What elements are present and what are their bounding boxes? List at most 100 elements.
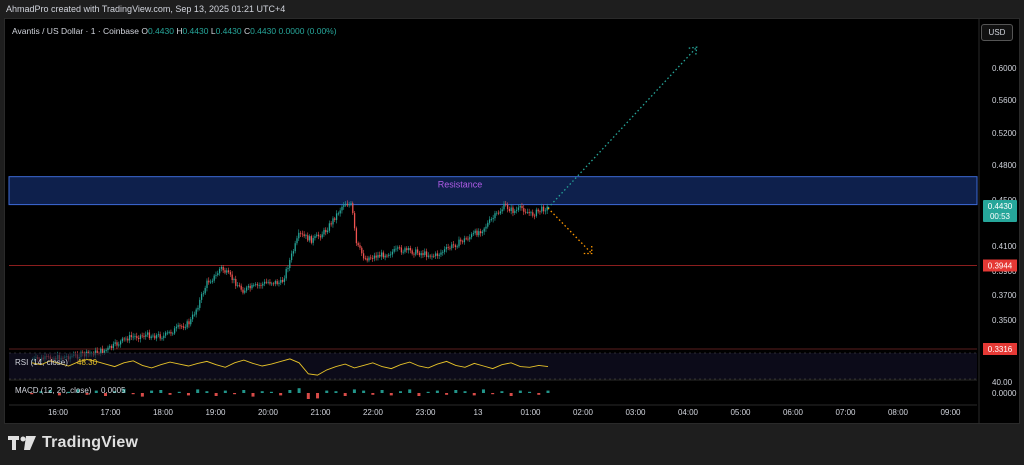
price-candle <box>479 231 482 234</box>
macd-value: 0.0005 <box>101 386 126 395</box>
price-candle <box>361 247 363 254</box>
price-candle <box>499 211 502 214</box>
chart-frame[interactable]: Resistance RSI (14, close) 48.30 MACD (12… <box>4 18 1020 424</box>
price-candle <box>364 258 367 260</box>
price-candle <box>240 285 242 290</box>
price-candle <box>204 287 206 294</box>
price-candle <box>359 245 361 248</box>
price-candle <box>143 335 145 337</box>
price-candle <box>152 335 154 337</box>
price-candle <box>332 218 334 225</box>
price-candle <box>355 228 358 244</box>
price-candle <box>195 309 197 315</box>
price-candle <box>303 234 305 237</box>
price-candle <box>299 232 302 234</box>
macd-bar <box>242 390 246 393</box>
macd-bar <box>260 391 264 393</box>
macd-label: MACD (12, 26, close) <box>15 386 92 395</box>
price-candle <box>136 336 138 339</box>
price-candle <box>375 255 377 258</box>
macd-bar <box>205 391 209 393</box>
macd-bar <box>371 393 375 395</box>
price-candle <box>269 281 271 284</box>
price-candle <box>298 232 300 239</box>
symbol-label[interactable]: Avantis / US Dollar · 1 · Coinbase <box>12 26 139 36</box>
chart-canvas[interactable]: Resistance RSI (14, close) 48.30 MACD (12… <box>5 19 1019 423</box>
macd-bar <box>316 393 320 399</box>
macd-bar <box>389 393 393 396</box>
price-candle <box>470 234 473 238</box>
open-key: O <box>141 26 148 36</box>
price-candle <box>208 280 210 283</box>
price-candle <box>308 236 311 241</box>
price-candle <box>137 338 140 340</box>
price-candle <box>168 332 170 333</box>
price-candle <box>107 347 109 351</box>
price-candle <box>488 219 491 223</box>
price-candle <box>139 335 142 340</box>
price-candle <box>440 252 442 255</box>
price-candle <box>217 273 219 275</box>
price-candle <box>294 243 296 252</box>
price-candle <box>339 210 341 214</box>
price-candle <box>370 257 372 259</box>
price-candle <box>474 230 476 234</box>
macd-bar <box>269 391 273 393</box>
currency-button[interactable]: USD <box>981 24 1013 41</box>
tradingview-brand[interactable]: TradingView <box>8 434 138 452</box>
price-candle <box>325 229 327 233</box>
projection-down-line <box>547 207 593 254</box>
price-candle <box>501 209 503 212</box>
price-candle <box>263 281 266 284</box>
macd-bar <box>352 389 356 393</box>
price-candle <box>425 251 428 257</box>
y-tick-label: 0.4100 <box>992 242 1017 251</box>
y-tick-label: 0.5200 <box>992 129 1017 138</box>
price-candle <box>528 212 530 214</box>
price-candle <box>524 211 527 213</box>
macd-bar <box>177 391 181 393</box>
price-candle <box>251 285 253 289</box>
price-candle <box>472 233 475 235</box>
price-candle <box>454 245 457 248</box>
price-candle <box>343 205 345 207</box>
price-candle <box>409 248 412 251</box>
price-candle <box>431 255 433 257</box>
open-value: 0.4430 <box>147 26 174 36</box>
change-value: 0.0000 (0.00%) <box>278 26 337 36</box>
x-tick-label: 21:00 <box>310 408 331 417</box>
price-candle <box>290 253 293 261</box>
price-candle <box>226 270 228 273</box>
x-tick-label: 07:00 <box>835 408 856 417</box>
price-candle <box>544 210 547 212</box>
price-candle <box>379 255 381 257</box>
price-candle <box>197 307 199 310</box>
price-candle <box>380 252 383 257</box>
macd-tick-label: 0.0000 <box>992 389 1017 398</box>
price-candle <box>433 255 435 257</box>
price-candle <box>235 278 237 286</box>
macd-bar <box>472 393 476 396</box>
price-candle <box>487 222 489 227</box>
price-candle <box>483 228 485 232</box>
price-candle <box>150 336 152 339</box>
price-candle <box>314 236 316 239</box>
price-candle <box>182 326 185 328</box>
price-candle <box>177 325 179 327</box>
price-candle <box>188 321 190 325</box>
price-candle <box>469 237 471 240</box>
price-candle <box>96 350 98 354</box>
price-candle <box>236 285 239 287</box>
price-candle <box>301 233 304 235</box>
price-candle <box>209 281 212 283</box>
macd-bar <box>186 393 190 396</box>
x-tick-label: 19:00 <box>205 408 226 417</box>
price-candle <box>249 285 251 289</box>
price-candle <box>163 335 165 339</box>
lower-price-value: 0.3316 <box>988 345 1013 354</box>
price-candle <box>485 226 487 229</box>
price-candle <box>132 336 134 338</box>
macd-bar <box>214 393 218 396</box>
price-candle <box>312 238 314 243</box>
macd-bar <box>159 390 163 393</box>
